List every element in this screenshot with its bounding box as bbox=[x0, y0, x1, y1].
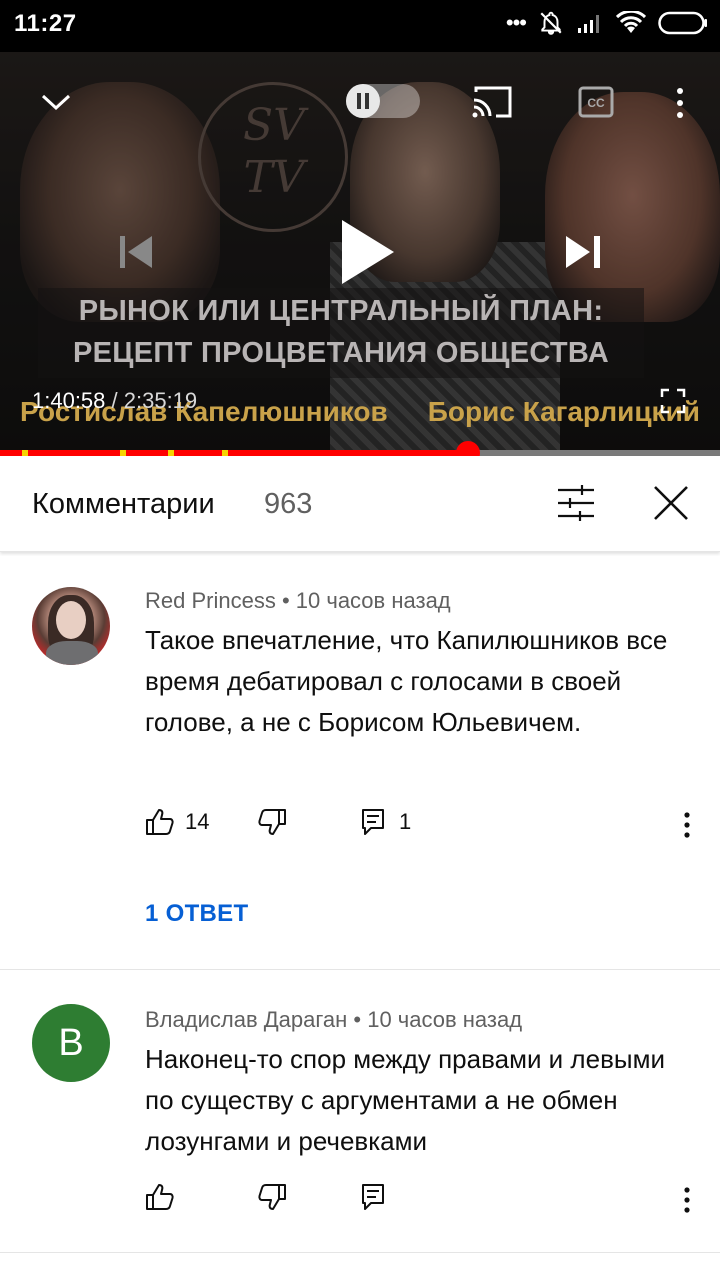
comment-author[interactable]: Владислав Дараган bbox=[145, 1007, 347, 1032]
reply-comment-icon bbox=[362, 809, 384, 835]
like-button[interactable] bbox=[145, 1183, 175, 1211]
dislike-button[interactable] bbox=[257, 808, 287, 836]
thumbs-down-icon bbox=[258, 809, 286, 835]
autoplay-knob bbox=[346, 84, 380, 118]
view-replies-link[interactable]: 1 ОТВЕТ bbox=[145, 900, 248, 928]
like-button[interactable]: 14 bbox=[145, 808, 209, 836]
headline-line-1: РЫНОК ИЛИ ЦЕНТРАЛЬНЫЙ ПЛАН: bbox=[78, 295, 604, 327]
dots-icon: ••• bbox=[505, 10, 527, 35]
notifications-off-icon bbox=[540, 11, 562, 35]
dislike-button[interactable] bbox=[257, 1183, 287, 1211]
reply-count: 1 bbox=[399, 809, 412, 834]
thumbs-up-icon bbox=[146, 809, 174, 835]
comments-count: 963 bbox=[264, 488, 313, 520]
avatar[interactable]: В bbox=[32, 1004, 110, 1082]
video-player[interactable]: SV TV РЫНОК ИЛИ ЦЕНТРАЛЬНЫЙ ПЛАН: РЕЦЕПТ… bbox=[0, 52, 720, 452]
comment-more-icon[interactable] bbox=[683, 812, 691, 838]
reply-button[interactable]: 1 bbox=[361, 808, 411, 836]
close-icon[interactable] bbox=[652, 484, 690, 522]
play-icon[interactable] bbox=[338, 216, 398, 288]
avatar-body bbox=[46, 641, 98, 665]
comment-meta: Владислав Дараган • 10 часов назад bbox=[145, 1007, 523, 1032]
cast-icon[interactable] bbox=[470, 84, 514, 120]
comment-actions: 14 1 bbox=[145, 808, 705, 848]
comment-item: В Владислав Дараган • 10 часов назад Нак… bbox=[0, 971, 720, 1253]
like-count: 14 bbox=[185, 809, 210, 834]
comments-title: Комментарии bbox=[32, 488, 215, 520]
comment-text: Наконец-то спор между правами и левыми п… bbox=[145, 1044, 665, 1156]
previous-icon[interactable] bbox=[116, 232, 156, 272]
thumbs-up-icon bbox=[146, 1184, 174, 1210]
wifi-icon bbox=[616, 11, 646, 33]
comment-item: Red Princess • 10 часов назад Такое впеч… bbox=[0, 556, 720, 970]
more-vert-icon[interactable] bbox=[672, 86, 688, 120]
status-bar: 11:27 ••• bbox=[0, 0, 720, 52]
battery-icon bbox=[658, 11, 707, 35]
next-icon[interactable] bbox=[562, 232, 604, 272]
comment-text: Такое впечатление, что Капилюшников все … bbox=[145, 625, 668, 737]
fullscreen-icon[interactable] bbox=[660, 388, 686, 414]
avatar[interactable] bbox=[32, 587, 110, 665]
comment-meta: Red Princess • 10 часов назад bbox=[145, 588, 451, 613]
comment-actions bbox=[145, 1183, 705, 1223]
reply-comment-icon bbox=[362, 1184, 384, 1210]
reply-button[interactable] bbox=[361, 1183, 385, 1211]
autoplay-toggle[interactable] bbox=[346, 84, 420, 118]
status-time: 11:27 bbox=[14, 10, 77, 37]
time-separator: / bbox=[105, 388, 124, 413]
video-timecode: 1:40:58 / 2:35:19 bbox=[32, 388, 197, 414]
duration: 2:35:19 bbox=[123, 388, 198, 413]
current-time: 1:40:58 bbox=[32, 388, 106, 413]
comment-author[interactable]: Red Princess bbox=[145, 588, 276, 613]
comment-time: 10 часов назад bbox=[295, 588, 451, 613]
video-headline: РЫНОК ИЛИ ЦЕНТРАЛЬНЫЙ ПЛАН: РЕЦЕПТ ПРОЦВ… bbox=[38, 288, 644, 378]
comments-header: Комментарии 963 bbox=[0, 456, 720, 552]
minimize-chevron-icon[interactable] bbox=[40, 90, 72, 114]
status-icons: ••• bbox=[506, 10, 708, 36]
comment-more-icon[interactable] bbox=[683, 1187, 691, 1213]
signal-icon bbox=[578, 15, 599, 33]
comment-time: 10 часов назад bbox=[367, 1007, 523, 1032]
headline-line-2: РЕЦЕПТ ПРОЦВЕТАНИЯ ОБЩЕСТВА bbox=[73, 337, 609, 369]
captions-icon[interactable]: CC bbox=[578, 86, 614, 118]
sort-filter-icon[interactable] bbox=[556, 484, 596, 522]
thumbs-down-icon bbox=[258, 1184, 286, 1210]
avatar-face bbox=[56, 601, 86, 639]
svg-text:CC: CC bbox=[587, 96, 605, 110]
